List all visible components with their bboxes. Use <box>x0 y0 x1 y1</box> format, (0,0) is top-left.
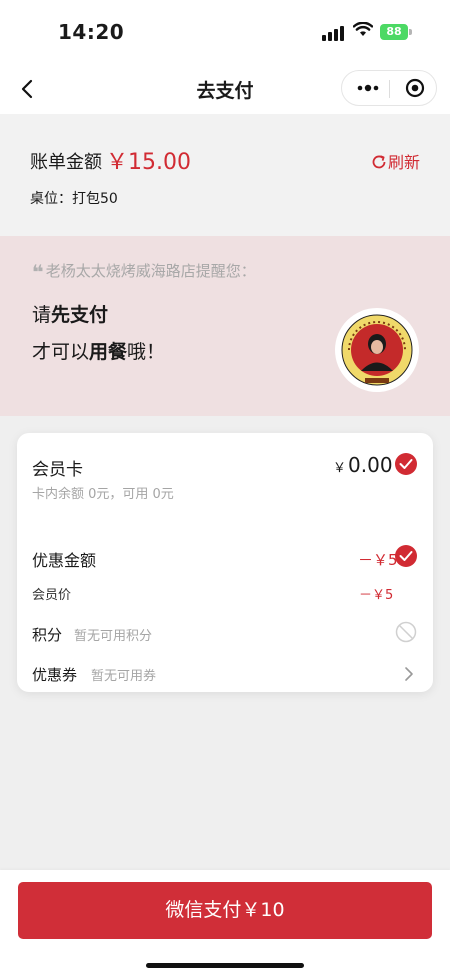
bill-summary: 账单金额 ￥15.00 刷新 桌位：打包50 <box>0 114 450 236</box>
coupon-label[interactable]: 优惠券 <box>32 664 77 685</box>
status-bar: 14:20 88 <box>0 0 450 64</box>
coupon-hint[interactable]: 暂无可用券 <box>91 665 156 684</box>
home-indicator <box>146 963 304 968</box>
member-price-label: 会员价 <box>32 588 72 603</box>
member-card-amount: ￥ 0.00 <box>333 453 393 477</box>
cellular-signal-icon <box>322 25 346 41</box>
reminder-text-bold: 先支付 <box>51 304 109 326</box>
quote-text: 老杨太太烧烤威海路店提醒您： <box>45 262 256 280</box>
member-amount-value: 0.00 <box>348 453 393 477</box>
chevron-right-icon[interactable] <box>403 666 415 682</box>
target-icon[interactable] <box>405 78 425 98</box>
refresh-icon <box>372 155 386 169</box>
bill-label: 账单金额 <box>30 152 102 173</box>
mini-program-capsule <box>341 70 437 106</box>
table-number: 桌位：打包50 <box>30 191 118 207</box>
wechat-pay-button[interactable]: 微信支付￥10 <box>18 882 432 939</box>
reminder-text-bold: 用餐 <box>89 341 128 363</box>
battery-icon: 88 <box>380 24 412 40</box>
reminder-text: 才可以 <box>32 341 90 363</box>
member-card-title: 会员卡 <box>32 460 83 480</box>
member-card-balance: 卡内余额 0元，可用 0元 <box>32 487 174 502</box>
more-dots-icon[interactable] <box>356 80 380 96</box>
restaurant-logo <box>335 308 419 392</box>
points-label: 积分 <box>32 626 63 644</box>
reminder-line-2: 才可以用餐哦！ <box>32 337 165 364</box>
member-card-check-icon[interactable] <box>395 453 417 475</box>
payment-options-card: 会员卡 卡内余额 0元，可用 0元 ￥ 0.00 优惠金额 －￥5 会员价 －￥5… <box>17 433 433 692</box>
nav-bar: 去支付 <box>0 64 450 114</box>
refresh-button[interactable]: 刷新 <box>371 149 420 173</box>
discount-amount: －￥5 <box>358 551 398 569</box>
capsule-divider <box>389 80 390 98</box>
discount-check-icon[interactable] <box>395 545 417 567</box>
reminder-text: 请 <box>32 304 52 326</box>
wifi-icon <box>353 22 373 36</box>
disabled-icon <box>395 621 417 643</box>
reminder-line-1: 请先支付 <box>32 300 108 327</box>
currency-symbol: ￥ <box>333 461 347 476</box>
bottom-bar: 微信支付￥10 <box>0 870 450 978</box>
reminder-banner: ❝ 老杨太太烧烤威海路店提醒您： 请先支付 才可以用餐哦！ <box>0 236 450 416</box>
bill-amount: ￥15.00 <box>106 150 191 175</box>
status-time: 14:20 <box>58 20 125 44</box>
points-hint: 暂无可用积分 <box>74 629 153 644</box>
reminder-text: 哦！ <box>127 341 166 363</box>
refresh-label: 刷新 <box>388 153 421 172</box>
banner-quote: ❝ 老杨太太烧烤威海路店提醒您： <box>32 260 256 284</box>
quote-icon: ❝ <box>32 260 44 284</box>
discount-title: 优惠金额 <box>32 551 97 570</box>
member-price-amount: －￥5 <box>359 588 394 603</box>
